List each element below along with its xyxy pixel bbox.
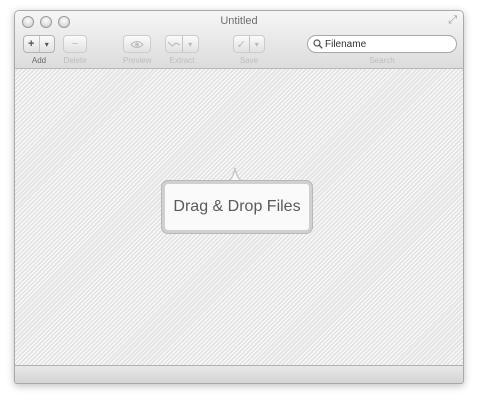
search-field[interactable] [307, 35, 457, 53]
status-bar [15, 365, 463, 383]
drop-hint: Drag & Drop Files [162, 167, 312, 233]
drop-hint-text: Drag & Drop Files [173, 198, 301, 215]
delete-label: Delete [63, 56, 87, 65]
preview-button[interactable] [123, 35, 152, 53]
add-group: + ▾ Add [23, 35, 55, 65]
add-button[interactable]: + ▾ [23, 35, 55, 53]
preview-group: Preview [123, 35, 151, 65]
extract-button[interactable]: ▾ [165, 35, 199, 53]
extract-menu-chevron-icon[interactable]: ▾ [181, 36, 199, 52]
drop-hint-box: Drag & Drop Files [162, 181, 312, 233]
delete-button[interactable]: − [63, 35, 87, 53]
save-menu-chevron-icon[interactable]: ▾ [248, 36, 265, 52]
drop-area[interactable]: Drag & Drop Files [15, 69, 463, 367]
eye-icon [130, 40, 144, 48]
preview-label: Preview [123, 56, 152, 65]
extract-group: ▾ Extract [165, 35, 199, 65]
add-icon[interactable]: + [24, 36, 39, 52]
extract-label: Extract [169, 56, 195, 65]
save-group: ✓ ▾ Save [233, 35, 265, 65]
callout-notch [228, 167, 242, 181]
fullscreen-icon[interactable]: ⤢ [448, 14, 457, 27]
titlebar: Untitled ⤢ + ▾ Add − Delete Preview ▾ Ex… [15, 11, 463, 69]
search-group: Search [307, 35, 457, 65]
add-label: Add [31, 56, 47, 65]
add-menu-chevron-icon[interactable]: ▾ [38, 36, 55, 52]
search-input[interactable] [325, 38, 450, 50]
save-label: Save [239, 56, 259, 65]
magnifier-icon [313, 39, 323, 49]
extract-icon[interactable] [166, 36, 182, 52]
checkmark-icon[interactable]: ✓ [234, 36, 249, 52]
minus-icon: − [71, 38, 79, 50]
window-title: Untitled [220, 15, 258, 27]
save-button[interactable]: ✓ ▾ [233, 35, 265, 53]
search-label: Search [369, 56, 395, 65]
delete-group: − Delete [63, 35, 87, 65]
app-window: Untitled ⤢ + ▾ Add − Delete Preview ▾ Ex… [14, 10, 464, 384]
